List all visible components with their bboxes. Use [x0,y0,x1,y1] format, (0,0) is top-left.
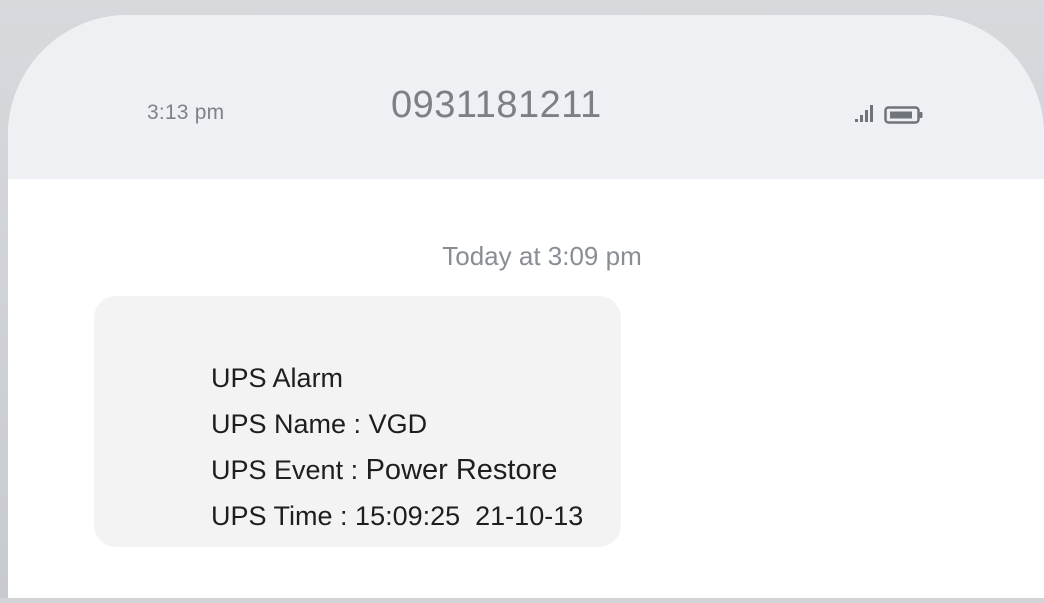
bottom-edge [0,598,1044,603]
battery-icon [884,106,923,124]
contact-number[interactable]: 0931181211 [391,84,602,127]
message-timestamp: Today at 3:09 pm [442,241,642,271]
device-frame: 3:13 pm 0931181211 Today at 3:09 pm UPS … [0,0,1044,603]
ups-time-value: 15:09:25 21-10-13 [355,501,584,531]
message-bubble[interactable]: UPS Alarm UPS Name : VGD UPS Event : Pow… [94,296,621,547]
message-line-time: UPS Time : 15:09:25 21-10-13 [136,476,583,557]
status-time: 3:13 pm [147,101,225,124]
ups-time-label: UPS Time : [211,501,356,531]
conversation-header: 3:13 pm 0931181211 [8,15,1044,179]
signal-icon [855,105,873,122]
message-thread[interactable]: Today at 3:09 pm UPS Alarm UPS Name : VG… [8,179,1044,598]
phone-screen: 3:13 pm 0931181211 Today at 3:09 pm UPS … [8,15,1044,598]
